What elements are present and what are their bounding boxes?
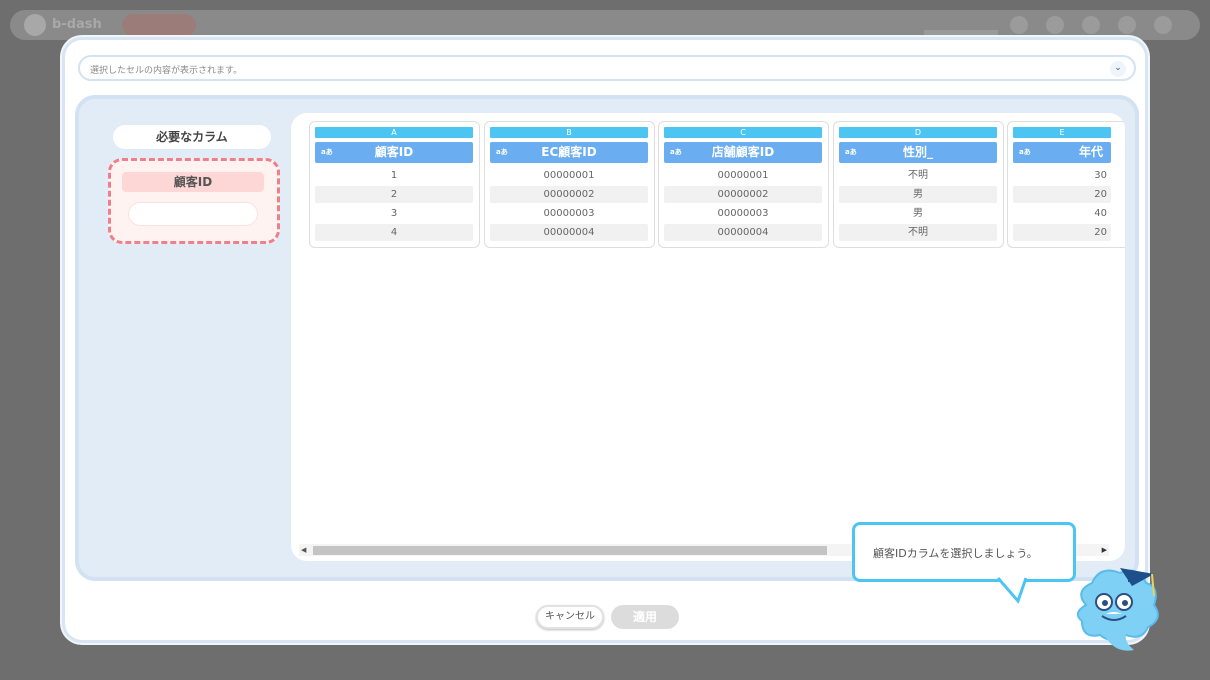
required-column-slot[interactable] bbox=[128, 202, 258, 226]
wrench-icon bbox=[1046, 16, 1064, 34]
background-badge bbox=[122, 14, 196, 36]
column-letter: A bbox=[315, 127, 473, 138]
cell-value[interactable]: 00000002 bbox=[664, 186, 822, 203]
column-letter: D bbox=[839, 127, 997, 138]
scroll-right-icon[interactable]: ▶ bbox=[1102, 544, 1107, 556]
column-card[interactable]: Baあ EC顧客ID 00000001 00000002 00000003 0000000… bbox=[484, 121, 655, 248]
column-name: 店舗顧客ID bbox=[711, 145, 775, 159]
cell-value[interactable]: 男 bbox=[839, 205, 997, 222]
required-columns-title: 必要なカラム bbox=[113, 125, 271, 149]
guide-bubble: 顧客IDカラムを選択しましょう。 bbox=[852, 522, 1076, 582]
guide-message: 顧客IDカラムを選択しましょう。 bbox=[873, 547, 1038, 560]
text-type-icon: aあ bbox=[1019, 148, 1031, 156]
app-logo-text: b-dash bbox=[52, 17, 102, 32]
background-tab bbox=[924, 30, 998, 36]
cell-value[interactable]: 1 bbox=[315, 167, 473, 184]
bell-icon bbox=[1010, 16, 1028, 34]
column-card[interactable]: Caあ 店舗顧客ID 00000001 00000002 00000003 0000000… bbox=[658, 121, 829, 248]
cell-value[interactable]: 不明 bbox=[839, 224, 997, 241]
cell-value[interactable]: 00000003 bbox=[490, 205, 648, 222]
cell-value[interactable]: 30 bbox=[1013, 167, 1111, 184]
spreadsheet-preview: Aaあ 顧客ID 1 2 3 4 Baあ EC顧客ID 00000001 00000002 0000… bbox=[291, 113, 1125, 561]
column-header[interactable]: aあ EC顧客ID bbox=[490, 142, 648, 163]
column-name: 年代 bbox=[1078, 145, 1103, 159]
column-name: 顧客ID bbox=[374, 145, 414, 159]
cell-value[interactable]: 00000001 bbox=[490, 167, 648, 184]
cell-value[interactable]: 3 bbox=[315, 205, 473, 222]
column-card[interactable]: Daあ 性別_ 不明男男不明 bbox=[833, 121, 1004, 248]
column-letter: C bbox=[664, 127, 822, 138]
mascot-icon bbox=[1076, 568, 1159, 651]
cancel-button[interactable]: キャンセル bbox=[536, 605, 604, 629]
cell-value[interactable]: 4 bbox=[315, 224, 473, 241]
required-column-label: 顧客ID bbox=[122, 172, 264, 192]
cell-value[interactable]: 2 bbox=[315, 186, 473, 203]
scrollbar-thumb[interactable] bbox=[313, 546, 827, 555]
cell-value[interactable]: 男 bbox=[839, 186, 997, 203]
grid-icon bbox=[1082, 16, 1100, 34]
column-header[interactable]: aあ 店舗顧客ID bbox=[664, 142, 822, 163]
chevron-down-icon[interactable]: ⌄ bbox=[1110, 61, 1126, 77]
globe-icon bbox=[1118, 16, 1136, 34]
cell-value[interactable]: 00000001 bbox=[664, 167, 822, 184]
cell-content-placeholder: 選択したセルの内容が表示されます。 bbox=[90, 66, 243, 76]
required-column-dropzone[interactable]: 顧客ID bbox=[108, 158, 280, 244]
column-name: 性別_ bbox=[902, 145, 933, 159]
column-letter: B bbox=[490, 127, 648, 138]
app-logo-icon bbox=[24, 14, 46, 36]
cell-value[interactable]: 20 bbox=[1013, 224, 1111, 241]
text-type-icon: aあ bbox=[321, 148, 333, 156]
scroll-left-icon[interactable]: ◀ bbox=[301, 544, 306, 556]
column-header[interactable]: aあ 顧客ID bbox=[315, 142, 473, 163]
column-letter: E bbox=[1013, 127, 1111, 138]
cell-value[interactable]: 40 bbox=[1013, 205, 1111, 222]
column-header[interactable]: aあ 性別_ bbox=[839, 142, 997, 163]
column-header[interactable]: aあ 年代 bbox=[1013, 142, 1111, 163]
column-name: EC顧客ID bbox=[541, 145, 597, 159]
column-card[interactable]: Eaあ 年代 30 20 40 20 bbox=[1007, 121, 1125, 248]
column-card[interactable]: Aaあ 顧客ID 1 2 3 4 bbox=[309, 121, 480, 248]
logout-icon bbox=[1154, 16, 1172, 34]
cell-value[interactable]: 00000004 bbox=[664, 224, 822, 241]
cell-content-bar[interactable]: 選択したセルの内容が表示されます。 ⌄ bbox=[78, 55, 1136, 81]
mapping-panel: 必要なカラム 顧客ID Aaあ 顧客ID 1 2 3 4 Baあ EC顧客ID 00000001… bbox=[75, 95, 1139, 581]
text-type-icon: aあ bbox=[496, 148, 508, 156]
text-type-icon: aあ bbox=[845, 148, 857, 156]
cell-value[interactable]: 00000004 bbox=[490, 224, 648, 241]
guide-bubble-tail bbox=[996, 577, 1028, 604]
cell-value[interactable]: 不明 bbox=[839, 167, 997, 184]
cell-value[interactable]: 20 bbox=[1013, 186, 1111, 203]
cell-value[interactable]: 00000002 bbox=[490, 186, 648, 203]
apply-button[interactable]: 適用 bbox=[611, 605, 679, 629]
cell-value[interactable]: 00000003 bbox=[664, 205, 822, 222]
text-type-icon: aあ bbox=[670, 148, 682, 156]
